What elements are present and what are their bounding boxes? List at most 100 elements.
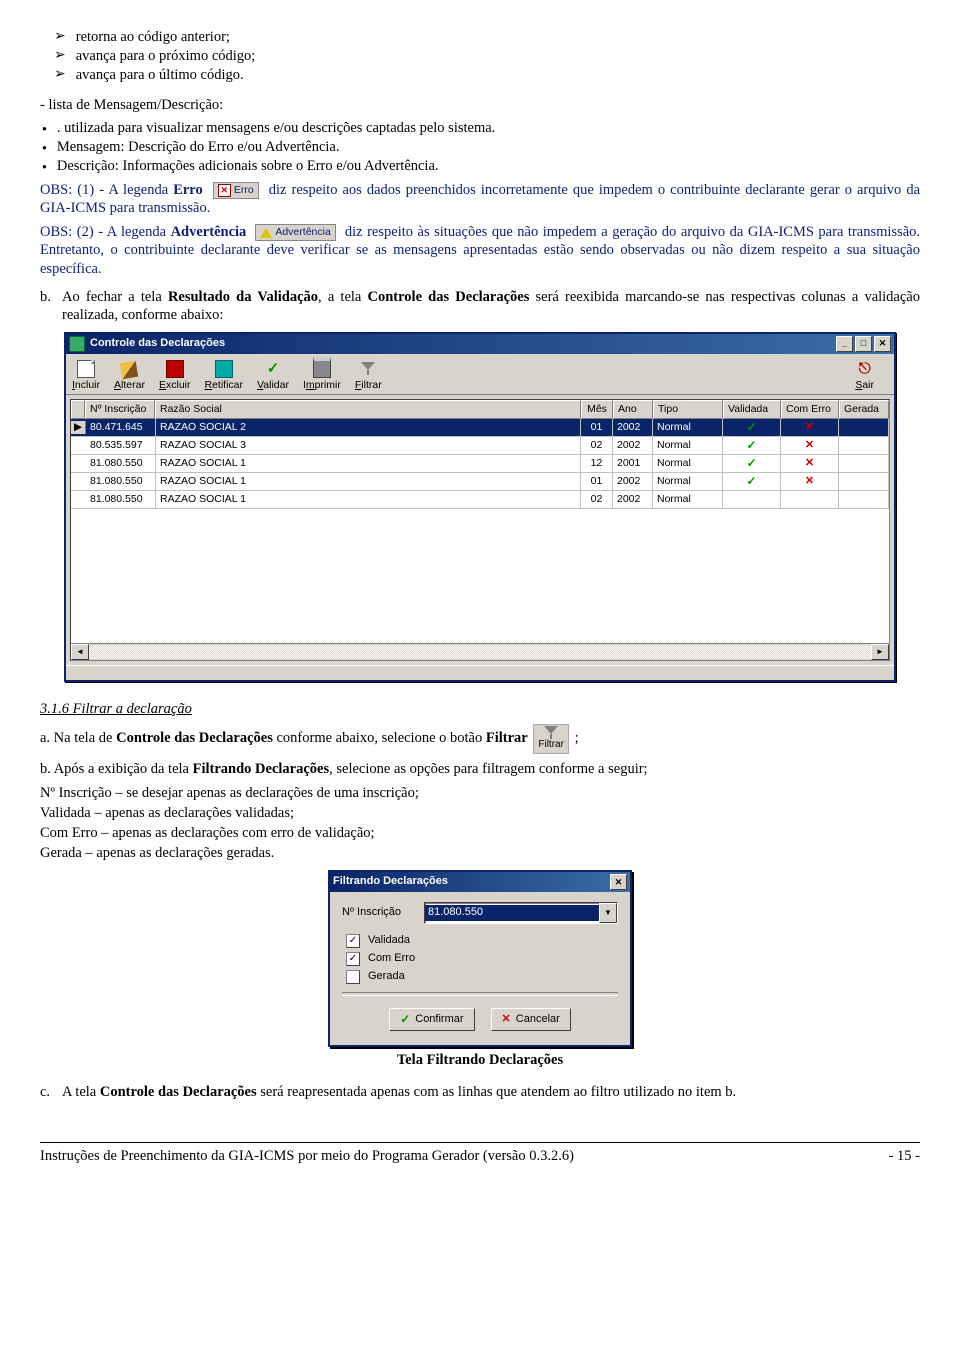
gerada-checkbox[interactable]	[346, 970, 360, 984]
dialog-separator	[342, 992, 618, 996]
adv-tag-label: Advertência	[275, 226, 330, 239]
cell-razao: RAZAO SOCIAL 1	[156, 473, 581, 490]
obs2-pre: OBS: (2) - A legenda	[40, 224, 171, 240]
close-button[interactable]: ✕	[874, 336, 891, 352]
scroll-right-button[interactable]: ►	[871, 644, 889, 660]
filter-line-2: Validada – apenas as declarações validad…	[40, 804, 920, 822]
titlebar[interactable]: Controle das Declarações _ □ ✕	[66, 334, 894, 354]
col-ano[interactable]: Ano	[613, 400, 653, 419]
confirmar-button[interactable]: ✓Confirmar	[389, 1008, 474, 1031]
incluir-label: ncluir	[75, 379, 100, 391]
bullet-item: ●Mensagem: Descrição do Erro e/ou Advert…	[42, 138, 920, 156]
table-row[interactable]: 81.080.550RAZAO SOCIAL 1012002Normal✓✕	[71, 473, 889, 491]
cancelar-button[interactable]: ✕Cancelar	[491, 1008, 571, 1031]
dialog-close-button[interactable]: ✕	[610, 874, 627, 890]
cell-tipo: Normal	[653, 437, 723, 454]
comerro-checkbox[interactable]: ✓	[346, 952, 360, 966]
incluir-button[interactable]: Incluir	[72, 360, 100, 392]
maximize-button[interactable]: □	[855, 336, 872, 352]
cell-tipo: Normal	[653, 473, 723, 490]
filtrando-declaracoes-dialog: Filtrando Declarações ✕ Nº Inscrição 81.…	[328, 870, 632, 1047]
page-footer: Instruções de Preenchimento da GIA-ICMS …	[40, 1142, 920, 1165]
cell-validada	[723, 491, 781, 508]
gerada-checkbox-row[interactable]: Gerada	[346, 970, 618, 984]
imprimir-button[interactable]: Imprimir	[303, 357, 341, 392]
grid-body[interactable]: ▶80.471.645RAZAO SOCIAL 2012002Normal✓✕8…	[71, 419, 889, 643]
cell-mes: 12	[581, 455, 613, 472]
cell-ano: 2002	[613, 473, 653, 490]
dialog-titlebar[interactable]: Filtrando Declarações ✕	[330, 872, 630, 892]
cell-tipo: Normal	[653, 455, 723, 472]
dropdown-icon[interactable]: ▼	[599, 903, 617, 923]
item-b: b. Ao fechar a tela Resultado da Validaç…	[40, 288, 920, 324]
col-mes[interactable]: Mês	[581, 400, 613, 419]
arrow-text: avança para o último código.	[76, 66, 244, 84]
validada-checkbox-row[interactable]: ✓ Validada	[346, 934, 618, 948]
filter-line-3: Com Erro – apenas as declarações com err…	[40, 824, 920, 842]
validada-checkbox[interactable]: ✓	[346, 934, 360, 948]
alterar-button[interactable]: Alterar	[114, 362, 145, 392]
declaracoes-grid[interactable]: Nº Inscrição Razão Social Mês Ano Tipo V…	[70, 399, 890, 661]
erro-tag: ✕Erro	[213, 182, 259, 199]
item-b-filter: b. Após a exibição da tela Filtrando Dec…	[40, 760, 920, 778]
statusbar	[66, 665, 894, 680]
inscricao-combobox[interactable]: 81.080.550 ▼	[424, 902, 618, 924]
col-inscricao[interactable]: Nº Inscrição	[85, 400, 155, 419]
inscricao-value: 81.080.550	[425, 905, 599, 921]
bullet-icon: ●	[42, 124, 47, 134]
toolbar: Incluir Alterar Excluir Retificar ✓Valid…	[66, 354, 894, 395]
dialog-body: Nº Inscrição 81.080.550 ▼ ✓ Validada ✓ C…	[330, 892, 630, 1045]
arrow-text: avança para o próximo código;	[76, 47, 256, 65]
cell-ano: 2002	[613, 491, 653, 508]
cell-inscricao: 80.471.645	[86, 419, 156, 436]
filter-inline-button[interactable]: Filtrar	[533, 724, 569, 754]
filtrar-label: iltrar	[361, 379, 381, 391]
col-gerada[interactable]: Gerada	[839, 400, 889, 419]
sair-button[interactable]: ⎋Sair	[855, 362, 874, 392]
scroll-track[interactable]	[89, 645, 871, 659]
filtrar-button[interactable]: Filtrar	[355, 362, 382, 392]
comerro-checkbox-row[interactable]: ✓ Com Erro	[346, 952, 618, 966]
warning-icon	[260, 228, 272, 238]
excluir-button[interactable]: Excluir	[159, 360, 191, 392]
table-row[interactable]: 80.535.597RAZAO SOCIAL 3022002Normal✓✕	[71, 437, 889, 455]
minimize-button[interactable]: _	[836, 336, 853, 352]
col-tipo[interactable]: Tipo	[653, 400, 723, 419]
filter-inline-label: Filtrar	[538, 739, 564, 752]
arrow-icon: ➢	[54, 66, 66, 84]
bf-b1: Filtrando Declarações	[193, 761, 330, 777]
col-razao[interactable]: Razão Social	[155, 400, 581, 419]
item-c-letter: c.	[40, 1083, 62, 1101]
arrow-icon: ➢	[54, 28, 66, 46]
b-t2: , a tela	[318, 289, 367, 305]
app-icon	[69, 336, 85, 352]
horizontal-scrollbar[interactable]: ◄ ►	[71, 643, 889, 660]
rectify-icon	[215, 360, 233, 378]
bullet-icon: ●	[42, 162, 47, 172]
cell-inscricao: 81.080.550	[86, 455, 156, 472]
footer-right: - 15 -	[889, 1147, 920, 1165]
c-b1: Controle das Declarações	[100, 1084, 257, 1100]
bf-t1: b. Após a exibição da tela	[40, 761, 193, 777]
bullet-text: Descrição: Informações adicionais sobre …	[57, 157, 439, 175]
cell-inscricao: 80.535.597	[86, 437, 156, 454]
cell-comerro: ✕	[781, 419, 839, 436]
cell-inscricao: 81.080.550	[86, 473, 156, 490]
window-title: Controle das Declarações	[90, 337, 225, 351]
validar-button[interactable]: ✓Validar	[257, 362, 289, 392]
table-row[interactable]: ▶80.471.645RAZAO SOCIAL 2012002Normal✓✕	[71, 419, 889, 437]
obs1-pre: OBS: (1) - A legenda	[40, 182, 173, 198]
bullet-text: Mensagem: Descrição do Erro e/ou Advertê…	[57, 138, 340, 156]
footer-left: Instruções de Preenchimento da GIA-ICMS …	[40, 1147, 574, 1165]
bullet-text: . utilizada para visualizar mensagens e/…	[57, 119, 495, 137]
col-validada[interactable]: Validada	[723, 400, 781, 419]
scroll-left-button[interactable]: ◄	[71, 644, 89, 660]
x-icon: ✕	[218, 184, 231, 197]
table-row[interactable]: 81.080.550RAZAO SOCIAL 1122001Normal✓✕	[71, 455, 889, 473]
controle-declaracoes-window: Controle das Declarações _ □ ✕ Incluir A…	[64, 332, 896, 682]
cell-gerada	[839, 437, 889, 454]
retificar-button[interactable]: Retificar	[205, 360, 244, 392]
obs-1: OBS: (1) - A legenda Erro ✕Erro diz resp…	[40, 181, 920, 217]
table-row[interactable]: 81.080.550RAZAO SOCIAL 1022002Normal	[71, 491, 889, 509]
col-comerro[interactable]: Com Erro	[781, 400, 839, 419]
